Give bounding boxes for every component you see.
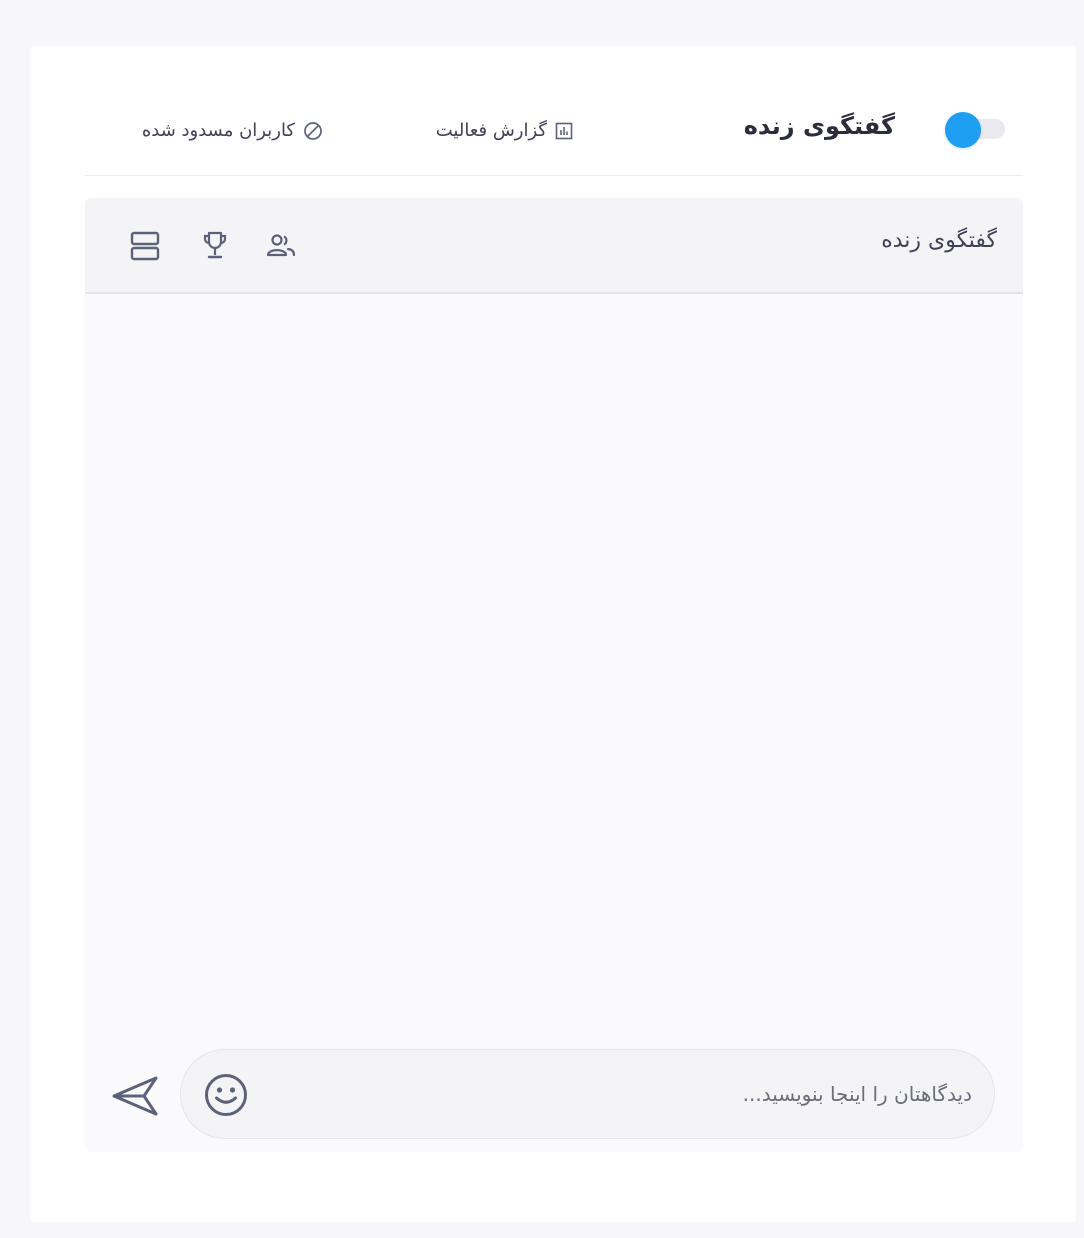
chat-header: گفتگوی زنده [85,198,1023,294]
live-chat-toggle[interactable] [945,112,1005,148]
trophy-icon[interactable] [197,228,233,264]
ban-icon [304,121,322,140]
toggle-knob [945,112,981,148]
comment-composer [180,1049,995,1139]
comment-input[interactable] [292,1070,972,1118]
users-icon[interactable] [263,228,299,264]
blocked-users-link[interactable]: کاربران مسدود شده [142,120,323,141]
chat-title: گفتگوی زنده [881,228,997,253]
blocked-users-label: کاربران مسدود شده [141,120,295,141]
chat-panel: گفتگوی زنده [85,198,1023,1152]
toggle-title: گفتگوی زنده [743,112,895,140]
activity-report-link[interactable]: گزارش فعالیت [436,120,573,141]
card-header: گفتگوی زنده گزارش فعالیت کاربران مسدود ش… [85,96,1023,176]
smile-icon[interactable] [203,1072,249,1118]
live-chat-card: گفتگوی زنده گزارش فعالیت کاربران مسدود ش… [30,46,1076,1222]
bar-chart-icon [555,122,573,139]
layout-rows-icon[interactable] [127,228,163,264]
send-icon[interactable] [109,1074,161,1118]
activity-report-label: گزارش فعالیت [435,120,547,141]
